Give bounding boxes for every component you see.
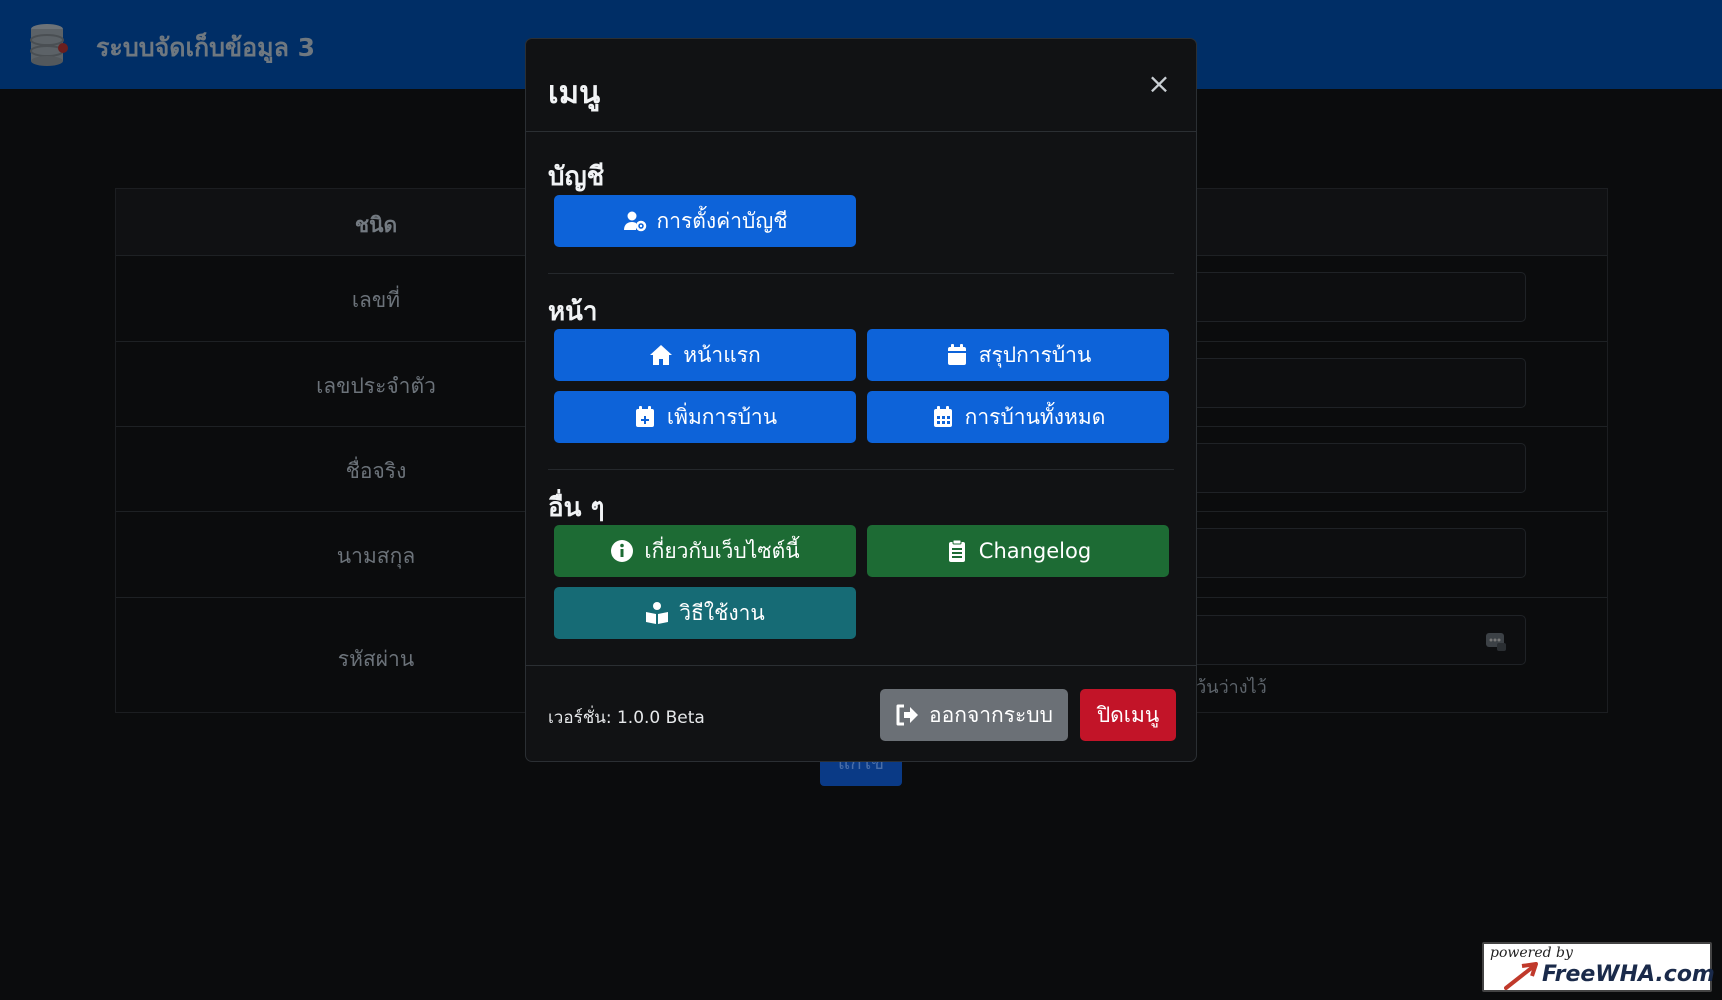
homework-summary-label: สรุปการบ้าน	[978, 342, 1092, 367]
powered-by-badge[interactable]: powered by FreeWHA.com	[1482, 942, 1715, 992]
add-homework-button[interactable]: เพิ่มการบ้าน	[554, 391, 856, 443]
divider	[548, 469, 1174, 470]
section-title-other: อื่น ๆ	[548, 493, 605, 523]
about-website-button[interactable]: เกี่ยวกับเว็บไซต์นี้	[554, 525, 856, 577]
close-icon[interactable]: ×	[1144, 69, 1174, 99]
home-button[interactable]: หน้าแรก	[554, 329, 856, 381]
powered-by-text: powered by	[1490, 945, 1573, 961]
account-settings-label: การตั้งค่าบัญชี	[656, 208, 788, 233]
menu-modal: เมนู × บัญชี การตั้งค่าบัญชี หน้า หน้าแร…	[525, 38, 1197, 762]
section-title-account: บัญชี	[548, 162, 605, 192]
modal-footer: เวอร์ชั่น: 1.0.0 Beta ออกจากระบบ ปิดเมนู	[526, 665, 1196, 761]
close-menu-button[interactable]: ปิดเมนู	[1080, 689, 1176, 741]
modal-header: เมนู ×	[526, 39, 1196, 132]
version-text: เวอร์ชั่น: 1.0.0 Beta	[548, 708, 705, 728]
section-title-pages: หน้า	[548, 297, 598, 327]
book-reader-icon	[646, 602, 669, 624]
arrow-logo-icon	[1504, 962, 1538, 990]
home-icon	[650, 345, 673, 365]
changelog-button[interactable]: Changelog	[867, 525, 1169, 577]
divider	[548, 273, 1174, 274]
how-to-use-label: วิธีใช้งาน	[679, 600, 765, 625]
modal-title: เมนู	[548, 75, 601, 111]
sign-out-icon	[896, 704, 918, 726]
logout-button[interactable]: ออกจากระบบ	[880, 689, 1068, 741]
all-homework-button[interactable]: การบ้านทั้งหมด	[867, 391, 1169, 443]
about-website-label: เกี่ยวกับเว็บไซต์นี้	[644, 538, 800, 563]
home-label: หน้าแรก	[683, 342, 761, 367]
clipboard-list-icon	[948, 539, 965, 562]
add-homework-label: เพิ่มการบ้าน	[666, 404, 778, 429]
database-logo-icon	[30, 24, 68, 66]
app-title[interactable]: ระบบจัดเก็บข้อมูล 3	[96, 28, 315, 68]
user-gear-icon	[623, 211, 646, 232]
calendar-icon	[947, 344, 966, 365]
password-hint: เว้นว่างไว้	[1190, 677, 1267, 698]
changelog-label: Changelog	[978, 539, 1092, 563]
info-circle-icon	[611, 540, 634, 562]
how-to-use-button[interactable]: วิธีใช้งาน	[554, 587, 856, 639]
powered-brand-text: FreeWHA.com	[1542, 962, 1715, 987]
homework-summary-button[interactable]: สรุปการบ้าน	[867, 329, 1169, 381]
logout-label: ออกจากระบบ	[929, 702, 1053, 727]
all-homework-label: การบ้านทั้งหมด	[964, 404, 1106, 429]
password-manager-icon[interactable]	[1485, 630, 1507, 652]
account-settings-button[interactable]: การตั้งค่าบัญชี	[554, 195, 856, 247]
calendar-plus-icon	[635, 406, 654, 427]
calendar-days-icon	[933, 406, 952, 427]
